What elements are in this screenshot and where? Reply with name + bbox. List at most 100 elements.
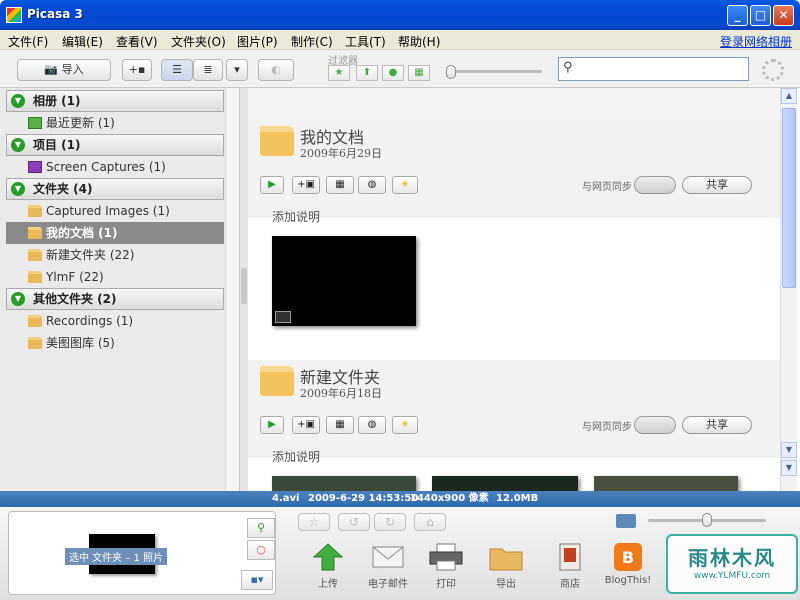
sidebar-item-new-folder[interactable]: 新建文件夹 (22) <box>6 244 224 266</box>
photo-thumbnail[interactable] <box>594 476 738 491</box>
slideshow-button[interactable]: ▶ <box>260 416 284 434</box>
geotag-button[interactable]: ◍ <box>358 416 386 434</box>
menu-tools[interactable]: 工具(T) <box>345 33 386 50</box>
rotate-left-button[interactable]: ↺ <box>338 513 370 531</box>
status-size: 12.0MB <box>496 493 539 504</box>
view-dropdown-button[interactable]: ▾ <box>226 59 248 81</box>
tool-label: 打印 <box>436 579 456 590</box>
folder-icon <box>28 337 42 349</box>
maximize-button[interactable]: □ <box>750 5 771 26</box>
album-icon <box>28 117 42 129</box>
add-caption[interactable]: 添加说明 <box>272 208 320 225</box>
sidebar-item-label: Screen Captures (1) <box>46 160 166 174</box>
sync-toggle[interactable] <box>634 416 676 434</box>
search-field[interactable]: ⚲ <box>558 57 749 81</box>
sidebar-item-recent-updates[interactable]: 最近更新 (1) <box>6 112 224 134</box>
menu-file[interactable]: 文件(F) <box>8 33 48 50</box>
export-button[interactable]: 导出 <box>478 543 534 590</box>
signin-link[interactable]: 登录网络相册 <box>720 33 792 50</box>
people-button[interactable]: ◐ <box>258 59 294 81</box>
sidebar-group-folders[interactable]: ▼ 文件夹 (4) <box>6 178 224 200</box>
add-caption[interactable]: 添加说明 <box>272 448 320 465</box>
star-folder-button[interactable]: ★ <box>392 416 418 434</box>
filter-faces-button[interactable]: ● <box>382 65 404 81</box>
splitter-grip-icon[interactable] <box>241 268 247 304</box>
photo-thumbnail[interactable] <box>272 476 416 491</box>
upload-button[interactable]: 上传 <box>300 543 356 590</box>
collapse-icon: ▼ <box>11 94 25 108</box>
blogthis-button[interactable]: B BlogThis! <box>600 543 656 586</box>
photo-thumbnail[interactable] <box>272 236 416 326</box>
rotate-right-button[interactable]: ↻ <box>374 513 406 531</box>
print-button[interactable]: 打印 <box>418 543 474 590</box>
share-button[interactable]: 共享 <box>682 176 752 194</box>
play-icon: ▶ <box>268 179 276 190</box>
group-label: 文件夹 (4) <box>33 182 93 196</box>
group-label: 其他文件夹 (2) <box>33 292 117 306</box>
tag-button[interactable]: ⌂ <box>414 513 446 531</box>
folder-header: 我的文档 2009年6月29日 ▶ +▣ ▦ ◍ ★ 与网页同步 共享 <box>248 120 780 218</box>
slideshow-button[interactable]: ▶ <box>260 176 284 194</box>
menu-view[interactable]: 查看(V) <box>116 33 158 50</box>
menu-picture[interactable]: 图片(P) <box>237 33 278 50</box>
sidebar-item-recordings[interactable]: Recordings (1) <box>6 310 224 332</box>
menu-create[interactable]: 制作(C) <box>291 33 333 50</box>
import-button[interactable]: 📷 导入 <box>17 59 111 81</box>
sidebar-item-screen-captures[interactable]: Screen Captures (1) <box>6 156 224 178</box>
sidebar-item-my-documents[interactable]: 我的文档 (1) <box>6 222 224 244</box>
scroll-up-icon[interactable]: ▲ <box>781 88 797 104</box>
pane-splitter[interactable] <box>240 88 248 491</box>
detail-list-icon: ≣ <box>203 63 213 76</box>
close-button[interactable]: ✕ <box>773 5 794 26</box>
detail-view-button[interactable]: ≣ <box>193 59 223 81</box>
folder-icon <box>28 205 42 217</box>
share-button[interactable]: 共享 <box>682 416 752 434</box>
search-input[interactable] <box>581 61 741 77</box>
email-button[interactable]: 电子邮件 <box>360 543 416 590</box>
sidebar-group-other-folders[interactable]: ▼ 其他文件夹 (2) <box>6 288 224 310</box>
sidebar-group-projects[interactable]: ▼ 项目 (1) <box>6 134 224 156</box>
sidebar-item-ylmf[interactable]: YlmF (22) <box>6 266 224 288</box>
add-to-collage-button[interactable]: +▣ <box>292 416 320 434</box>
clear-button[interactable]: ○ <box>247 540 275 560</box>
filter-starred-button[interactable]: ★ <box>328 65 350 81</box>
group-label: 相册 (1) <box>33 94 81 108</box>
make-movie-button[interactable]: ▦ <box>326 416 354 434</box>
make-movie-button[interactable]: ▦ <box>326 176 354 194</box>
face-icon: ● <box>388 67 398 78</box>
sidebar-item-captured-images[interactable]: Captured Images (1) <box>6 200 224 222</box>
menu-folder[interactable]: 文件夹(O) <box>171 33 226 50</box>
list-view-button[interactable]: ☰ <box>161 59 193 81</box>
add-to-collage-button[interactable]: +▣ <box>292 176 320 194</box>
menu-help[interactable]: 帮助(H) <box>398 33 440 50</box>
sync-toggle[interactable] <box>634 176 676 194</box>
minimize-button[interactable]: _ <box>727 5 748 26</box>
scroll-thumb[interactable] <box>782 108 796 288</box>
photo-thumbnail[interactable] <box>432 476 578 491</box>
date-filter-knob[interactable] <box>446 65 456 79</box>
thumbnail-size-knob[interactable] <box>702 513 712 527</box>
library-scrollbar[interactable]: ▲ ▼ ▼ <box>780 88 797 491</box>
filter-uploaded-button[interactable]: ⬆ <box>356 65 378 81</box>
sidebar-item-meitu-gallery[interactable]: 美图图库 (5) <box>6 332 224 354</box>
geotag-button[interactable]: ◍ <box>358 176 386 194</box>
filter-video-button[interactable]: ▦ <box>408 65 430 81</box>
scroll-down-icon[interactable]: ▼ <box>781 442 797 458</box>
tag-icon: ⌂ <box>426 515 434 529</box>
selection-tray-panel: 选中 文件夹 – 1 照片 ⚲ ○ ▪▾ <box>8 511 276 595</box>
film-strip-icon: ▦ <box>335 179 345 190</box>
hold-button[interactable]: ⚲ <box>247 518 275 538</box>
star-photo-button[interactable]: ☆ <box>298 513 330 531</box>
shop-button[interactable]: 商店 <box>542 543 598 590</box>
sidebar-group-albums[interactable]: ▼ 相册 (1) <box>6 90 224 112</box>
activity-spinner-icon <box>762 59 784 81</box>
star-folder-button[interactable]: ★ <box>392 176 418 194</box>
menu-edit[interactable]: 编辑(E) <box>62 33 103 50</box>
scroll-down-icon[interactable]: ▼ <box>781 460 797 476</box>
add-to-album-dropdown[interactable]: ▪▾ <box>241 570 273 590</box>
add-to-album-button[interactable]: +▪ <box>122 59 152 81</box>
search-icon: ⚲ <box>563 60 573 75</box>
sidebar-scrollbar[interactable] <box>225 88 239 491</box>
date-filter-slider[interactable] <box>448 70 542 73</box>
album-dropdown-icon: ▪▾ <box>250 573 264 586</box>
